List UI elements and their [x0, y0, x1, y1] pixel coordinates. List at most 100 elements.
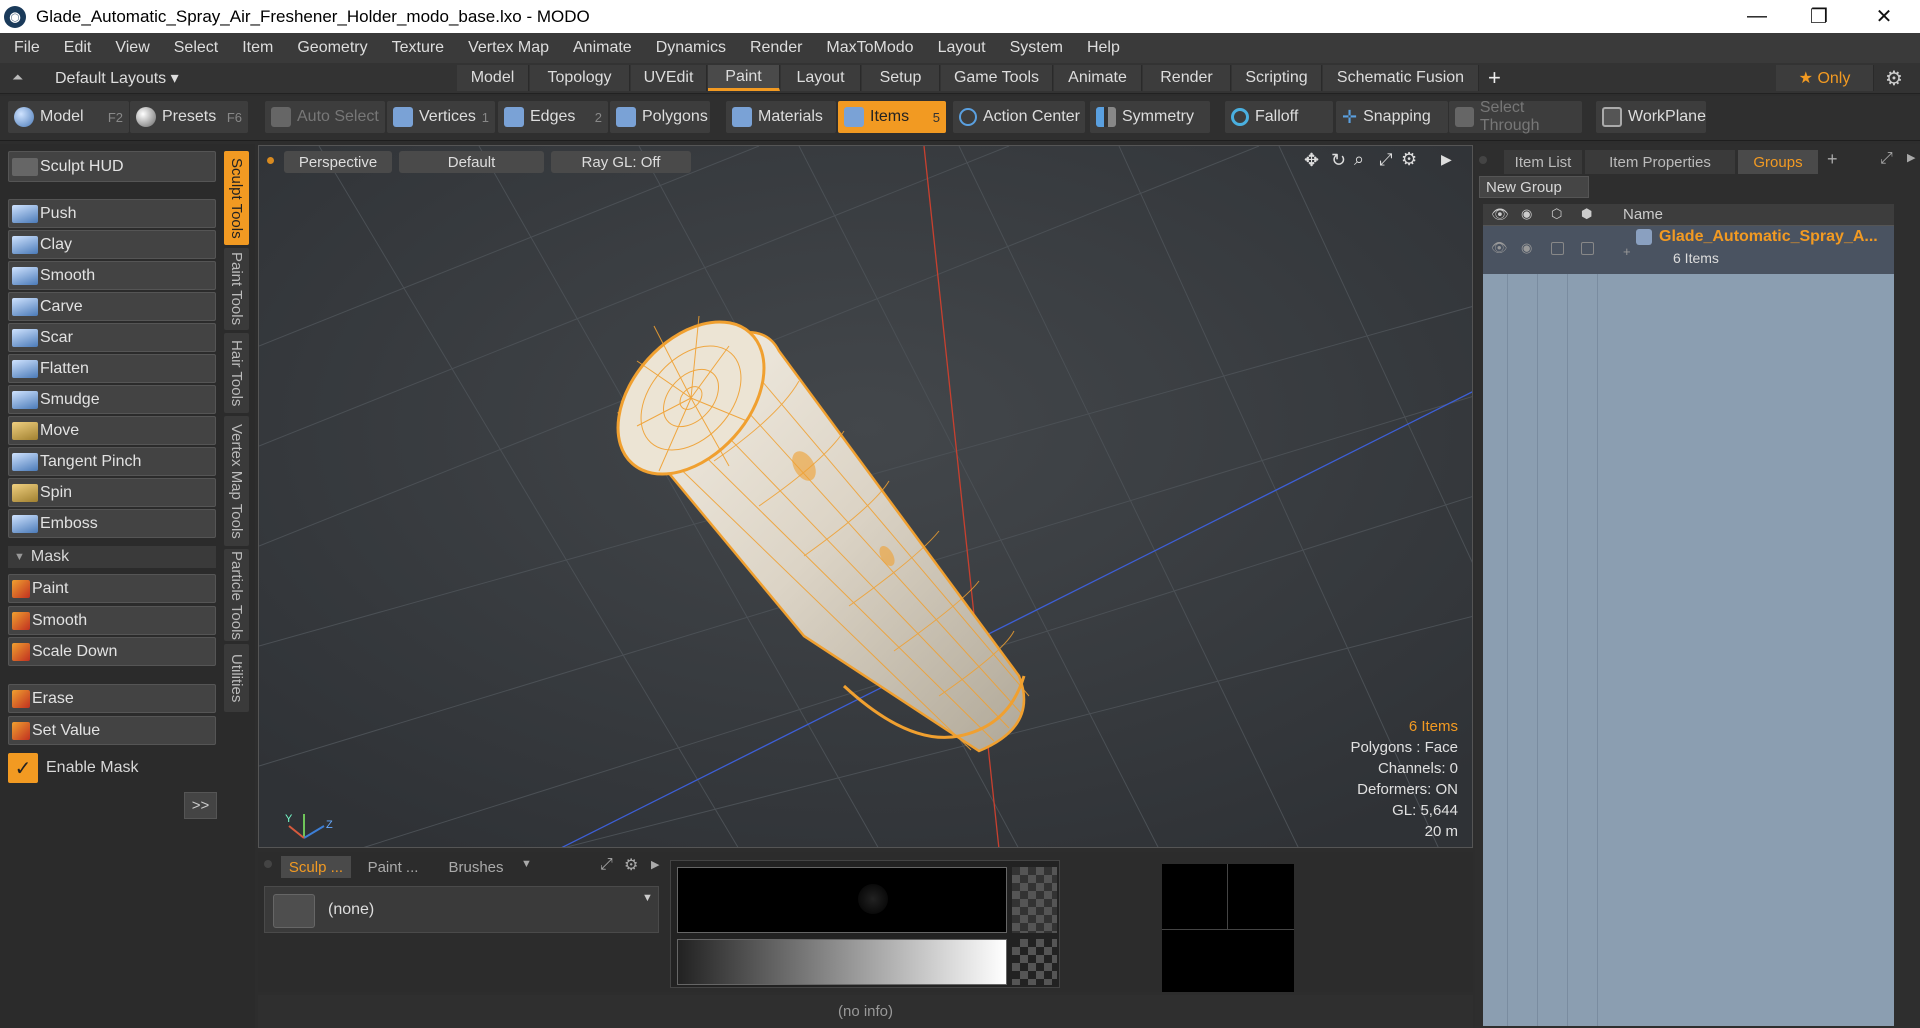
brush-dropdown-icon[interactable]: ▼	[642, 892, 653, 904]
row-render-icon[interactable]: ◉	[1521, 240, 1532, 256]
viewport-gear-icon[interactable]: ⚙	[1401, 149, 1417, 170]
view-perspective-button[interactable]: Perspective	[284, 151, 392, 173]
menu-item[interactable]: Item	[228, 39, 283, 57]
row-visibility-icon[interactable]: 👁	[1491, 240, 1508, 256]
pan-icon[interactable]: ✥	[1304, 150, 1319, 171]
vtab-hair-tools[interactable]: Hair Tools	[224, 333, 249, 413]
menu-render[interactable]: Render	[736, 39, 812, 57]
expand-right-icon[interactable]: ▶	[1441, 151, 1452, 168]
render-icon[interactable]: ◉	[1521, 206, 1532, 222]
action-center-button[interactable]: Action Center	[953, 101, 1085, 133]
only-toggle[interactable]: ★ Only	[1776, 65, 1874, 91]
bottom-gear-icon[interactable]: ⚙	[624, 855, 638, 875]
select-through-button[interactable]: Select Through	[1449, 99, 1582, 134]
menu-texture[interactable]: Texture	[378, 39, 454, 57]
3d-viewport[interactable]: Y Z Perspective Default Ray GL: Off ✥ ↻ …	[258, 145, 1473, 848]
tab-brushes[interactable]: Brushes	[436, 856, 516, 878]
row-select-checkbox[interactable]	[1581, 242, 1594, 255]
tab-item-properties[interactable]: Item Properties	[1585, 150, 1735, 174]
tool-tangent-pinch[interactable]: Tangent Pinch	[8, 447, 216, 476]
vtab-paint-tools[interactable]: Paint Tools	[224, 248, 249, 330]
presets-button[interactable]: Presets F6	[130, 101, 248, 133]
bottom-arrow-icon[interactable]: ▶	[651, 858, 659, 871]
tab-paint-presets[interactable]: Paint ...	[358, 856, 428, 878]
menu-maxtomodo[interactable]: MaxToModo	[812, 39, 923, 57]
vertices-button[interactable]: Vertices 1	[387, 101, 495, 133]
menu-geometry[interactable]: Geometry	[283, 39, 377, 57]
snapping-button[interactable]: ✛ Snapping	[1336, 101, 1448, 133]
materials-button[interactable]: Materials	[726, 101, 836, 133]
tool-push[interactable]: Push	[8, 199, 216, 228]
vtab-sculpt-tools[interactable]: Sculpt Tools	[224, 151, 249, 245]
tab-setup[interactable]: Setup	[862, 65, 940, 91]
tab-game-tools[interactable]: Game Tools	[941, 65, 1053, 91]
restore-button[interactable]: ❐	[1790, 0, 1848, 33]
panel-arrow-icon[interactable]: ▶	[1907, 151, 1915, 164]
tab-model[interactable]: Model	[457, 65, 529, 91]
select-icon[interactable]: ⬢	[1581, 206, 1592, 222]
mask-smooth[interactable]: Smooth	[8, 606, 216, 635]
symmetry-button[interactable]: Symmetry	[1090, 101, 1210, 133]
sculpt-hud-button[interactable]: Sculpt HUD	[8, 151, 216, 182]
mask-erase[interactable]: Erase	[8, 684, 216, 713]
tool-smudge[interactable]: Smudge	[8, 385, 216, 414]
tool-move[interactable]: Move	[8, 416, 216, 445]
edges-button[interactable]: Edges 2	[498, 101, 608, 133]
enable-mask-toggle[interactable]: ✓ Enable Mask	[8, 753, 216, 783]
mask-scale-down[interactable]: Scale Down	[8, 637, 216, 666]
tool-flatten[interactable]: Flatten	[8, 354, 216, 383]
minimize-button[interactable]: —	[1728, 0, 1786, 33]
menu-animate[interactable]: Animate	[559, 39, 642, 57]
lock-icon[interactable]: ⬡	[1551, 206, 1562, 222]
tool-emboss[interactable]: Emboss	[8, 509, 216, 538]
maximize-viewport-icon[interactable]: ⤢	[1379, 150, 1393, 170]
menu-layout[interactable]: Layout	[924, 39, 996, 57]
gear-icon[interactable]: ⚙	[1885, 66, 1903, 91]
expand-plus-icon[interactable]: +	[1623, 244, 1631, 259]
expand-bottom-icon[interactable]: ⤢	[600, 856, 613, 874]
visibility-eye-icon[interactable]: 👁	[1491, 206, 1509, 223]
menu-help[interactable]: Help	[1073, 39, 1130, 57]
mask-set-value[interactable]: Set Value	[8, 716, 216, 745]
tab-layout[interactable]: Layout	[781, 65, 861, 91]
new-group-button[interactable]: New Group	[1479, 176, 1589, 198]
menu-file[interactable]: File	[0, 39, 50, 57]
tab-topology[interactable]: Topology	[530, 65, 630, 91]
tool-spin[interactable]: Spin	[8, 478, 216, 507]
menu-system[interactable]: System	[996, 39, 1073, 57]
add-tab-button[interactable]: +	[1488, 65, 1501, 91]
menu-dynamics[interactable]: Dynamics	[642, 39, 736, 57]
collapse-up-icon[interactable]: ⏶	[12, 69, 23, 86]
vtab-particle-tools[interactable]: Particle Tools	[224, 549, 249, 641]
expand-panel-icon[interactable]: ⤢	[1880, 150, 1893, 168]
rotate-icon[interactable]: ↻	[1331, 150, 1346, 171]
vtab-vertex-map-tools[interactable]: Vertex Map Tools	[224, 416, 249, 546]
tab-uvedit[interactable]: UVEdit	[631, 65, 707, 91]
tab-render[interactable]: Render	[1143, 65, 1231, 91]
checkbox-checked-icon[interactable]: ✓	[8, 753, 38, 783]
tab-sculpt-presets[interactable]: Sculp ...	[281, 856, 351, 878]
row-lock-checkbox[interactable]	[1551, 242, 1564, 255]
menu-view[interactable]: View	[101, 39, 159, 57]
tab-item-list[interactable]: Item List	[1504, 150, 1582, 174]
tab-animate[interactable]: Animate	[1054, 65, 1142, 91]
falloff-button[interactable]: Falloff	[1225, 101, 1333, 133]
tab-paint[interactable]: Paint	[708, 65, 780, 91]
tab-groups[interactable]: Groups	[1738, 150, 1818, 174]
raygl-button[interactable]: Ray GL: Off	[551, 151, 691, 173]
group-row[interactable]: 👁 ◉ + Glade_Automatic_Spray_A... 6 Items	[1483, 226, 1894, 274]
tool-scar[interactable]: Scar	[8, 323, 216, 352]
brush-selector[interactable]: (none) ▼	[264, 886, 659, 933]
more-tools-button[interactable]: >>	[184, 792, 217, 819]
tool-smooth[interactable]: Smooth	[8, 261, 216, 290]
vtab-utilities[interactable]: Utilities	[224, 644, 249, 712]
tab-scripting[interactable]: Scripting	[1232, 65, 1322, 91]
close-button[interactable]: ✕	[1855, 0, 1913, 33]
shading-style-button[interactable]: Default	[399, 151, 544, 173]
mask-section-header[interactable]: ▼ Mask	[8, 546, 216, 568]
menu-vertex-map[interactable]: Vertex Map	[454, 39, 559, 57]
tab-schematic-fusion[interactable]: Schematic Fusion	[1323, 65, 1479, 91]
add-panel-tab-button[interactable]: +	[1827, 149, 1838, 170]
tool-clay[interactable]: Clay	[8, 230, 216, 259]
zoom-icon[interactable]: ⌕	[1354, 149, 1364, 170]
